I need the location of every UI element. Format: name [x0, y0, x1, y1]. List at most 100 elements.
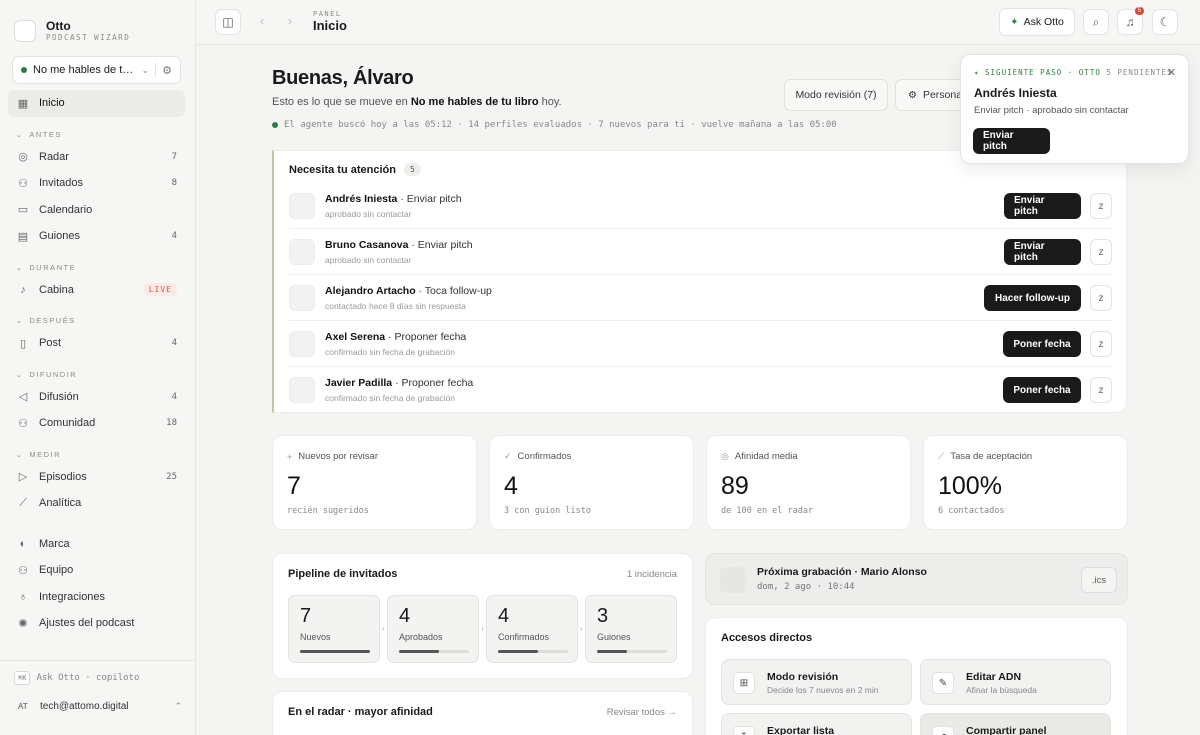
ics-download-button[interactable]: .ics [1081, 567, 1117, 593]
nav-item-radar[interactable]: ◎ Radar 7 [8, 144, 185, 171]
stage-progress-fill [597, 650, 628, 653]
nav-item-analitica[interactable]: ⟋ Analítica [8, 490, 185, 517]
snooze-icon[interactable]: z [1090, 285, 1112, 311]
set-date-button[interactable]: Poner fecha [1003, 377, 1081, 403]
chevron-right-icon: › [382, 624, 385, 633]
nav-item-equipo[interactable]: ⚇ Equipo [8, 557, 185, 584]
snooze-icon[interactable]: z [1090, 193, 1112, 219]
nav-item-marca[interactable]: ◐ Marca [8, 531, 185, 558]
attention-row[interactable]: Andrés Iniesta · Enviar pitch aprobado s… [289, 183, 1112, 229]
nav-label: Guiones [39, 230, 80, 243]
gear-icon: ✺ [18, 617, 28, 630]
nav-item-cabina[interactable]: ♪ Cabina LIVE [8, 277, 185, 304]
chevron-right-icon: › [580, 624, 583, 633]
send-pitch-button[interactable]: Enviar pitch [1004, 239, 1081, 265]
divider [155, 63, 157, 77]
nav-item-difusion[interactable]: ◁ Difusión 4 [8, 384, 185, 411]
pipeline-incidents[interactable]: 1 incidencia [627, 569, 677, 580]
popover-subtitle: Enviar pitch · aprobado sin contactar [974, 105, 1129, 116]
back-arrow-icon[interactable]: ‹ [260, 14, 264, 28]
row-subtitle: aprobado sin contactar [325, 209, 412, 219]
review-all-link[interactable]: Revisar todos → [607, 707, 677, 718]
nav-section-antes[interactable]: ⌄ ANTES [8, 117, 185, 144]
avatar [289, 285, 315, 311]
shortcut-edit-dna[interactable]: ✎ Editar ADN Afinar la búsqueda [920, 659, 1111, 705]
ask-otto-shortcut[interactable]: ⌘K Ask Otto · copiloto [0, 661, 196, 685]
shortcut-export-list[interactable]: ↧ Exportar lista [721, 713, 912, 735]
greeting-title: Buenas, Álvaro [272, 67, 414, 89]
stage-value: 4 [399, 605, 411, 627]
stage-progress [399, 650, 469, 653]
stat-card-nuevos[interactable]: + Nuevos por revisar 7 recién sugeridos [272, 435, 477, 530]
pipeline-stage[interactable]: 3 Guiones [585, 595, 677, 663]
forward-arrow-icon[interactable]: › [288, 14, 292, 28]
set-date-button[interactable]: Poner fecha [1003, 331, 1081, 357]
theme-toggle-button[interactable]: ☾ [1152, 9, 1178, 35]
pipeline-stage[interactable]: 4 Confirmados [486, 595, 578, 663]
next-recording[interactable]: Próxima grabación · Mario Alonso dom, 2 … [705, 553, 1128, 605]
nav-section-durante[interactable]: ⌄ DURANTE [8, 250, 185, 277]
snooze-icon[interactable]: z [1090, 331, 1112, 357]
script-icon: ▤ [17, 230, 29, 243]
community-icon: ⚇ [18, 417, 28, 430]
nav-section-difundir[interactable]: ⌄ DIFUNDIR [8, 357, 185, 384]
attention-row[interactable]: Alejandro Artacho · Toca follow-up conta… [289, 275, 1112, 321]
section-title: DESPUÉS [29, 316, 76, 325]
stage-label: Nuevos [300, 632, 331, 642]
status-dot [21, 67, 27, 73]
sidebar-toggle-button[interactable]: ◫ [215, 9, 241, 35]
nav-section-medir[interactable]: ⌄ MEDIR [8, 437, 185, 464]
nav-label: Invitados [39, 177, 84, 190]
pipeline-stage[interactable]: 7 Nuevos [288, 595, 380, 663]
shortcut-review-mode[interactable]: ⊞ Modo revisión Decide los 7 nuevos en 2… [721, 659, 912, 705]
close-icon[interactable]: ✕ [1167, 66, 1176, 79]
pipeline-stage[interactable]: 4 Aprobados [387, 595, 479, 663]
stat-label-text: Nuevos por revisar [298, 451, 378, 462]
stat-subtitle: 3 con guion listo [504, 506, 591, 516]
nav-item-invitados[interactable]: ⚇ Invitados 8 [8, 170, 185, 197]
nav-item-calendario[interactable]: ▭ Calendario [8, 197, 185, 224]
follow-up-button[interactable]: Hacer follow-up [984, 285, 1081, 311]
shortcut-share-panel[interactable]: ↗ Compartir panel [920, 713, 1111, 735]
stat-card-afinidad[interactable]: ◎ Afinidad media 89 de 100 en el radar [706, 435, 911, 530]
avatar [289, 331, 315, 357]
ask-otto-button[interactable]: ✦ Ask Otto [999, 8, 1075, 36]
team-icon: ⚇ [18, 564, 28, 577]
attention-row[interactable]: Axel Serena · Proponer fecha confirmado … [289, 321, 1112, 367]
stat-subtitle: 6 contactados [938, 506, 1005, 516]
sliders-icon[interactable]: ⚙ [162, 64, 172, 77]
nav-item-guiones[interactable]: ▤ Guiones 4 [8, 223, 185, 250]
shortcut-title: Compartir panel [966, 725, 1047, 735]
snooze-icon[interactable]: z [1090, 377, 1112, 403]
row-subtitle: confirmado sin fecha de grabación [325, 393, 455, 403]
pencil-icon: ✎ [932, 672, 954, 694]
search-button[interactable]: ⌕ [1083, 9, 1109, 35]
notifications-button[interactable]: ♫ 5 [1117, 7, 1144, 35]
popover-send-pitch-button[interactable]: Enviar pitch [973, 128, 1050, 154]
attention-row[interactable]: Bruno Casanova · Enviar pitch aprobado s… [289, 229, 1112, 275]
greeting-sub-prefix: Esto es lo que se mueve en [272, 96, 408, 108]
review-mode-button[interactable]: Modo revisión (7) [784, 79, 888, 111]
send-pitch-button[interactable]: Enviar pitch [1004, 193, 1081, 219]
nav-section-despues[interactable]: ⌄ DESPUÉS [8, 303, 185, 330]
stat-card-tasa[interactable]: ⟋ Tasa de aceptación 100% 6 contactados [923, 435, 1128, 530]
user-menu[interactable]: AT tech@attomo.digital ⌃ [0, 685, 196, 712]
nav-item-post[interactable]: ▯ Post 4 [8, 330, 185, 357]
row-title: Andrés Iniesta · Enviar pitch [325, 193, 462, 205]
nav-item-ajustes[interactable]: ✺ Ajustes del podcast [8, 610, 185, 637]
brand[interactable]: Otto PODCAST WIZARD [0, 0, 195, 48]
nav-item-inicio[interactable]: ▦ Inicio [8, 90, 185, 117]
chevron-down-icon: ⌄ [16, 371, 24, 379]
podcast-name: No me hables de tu l... [33, 64, 136, 76]
nav-item-integraciones[interactable]: ♁ Integraciones [8, 584, 185, 611]
shortcut-subtitle: Afinar la búsqueda [966, 685, 1037, 695]
nav-item-episodios[interactable]: ▷ Episodios 25 [8, 464, 185, 491]
snooze-icon[interactable]: z [1090, 239, 1112, 265]
nav-item-comunidad[interactable]: ⚇ Comunidad 18 [8, 410, 185, 437]
stat-label-text: Afinidad media [734, 451, 798, 462]
stat-card-confirmados[interactable]: ✓ Confirmados 4 3 con guion listo [489, 435, 694, 530]
attention-row[interactable]: Javier Padilla · Proponer fecha confirma… [289, 367, 1112, 413]
row-action: · Proponer fecha [388, 331, 467, 343]
podcast-selector[interactable]: No me hables de tu l... ⌄ ⚙ [12, 56, 181, 84]
attention-title: Necesita tu atención 5 [289, 163, 421, 176]
